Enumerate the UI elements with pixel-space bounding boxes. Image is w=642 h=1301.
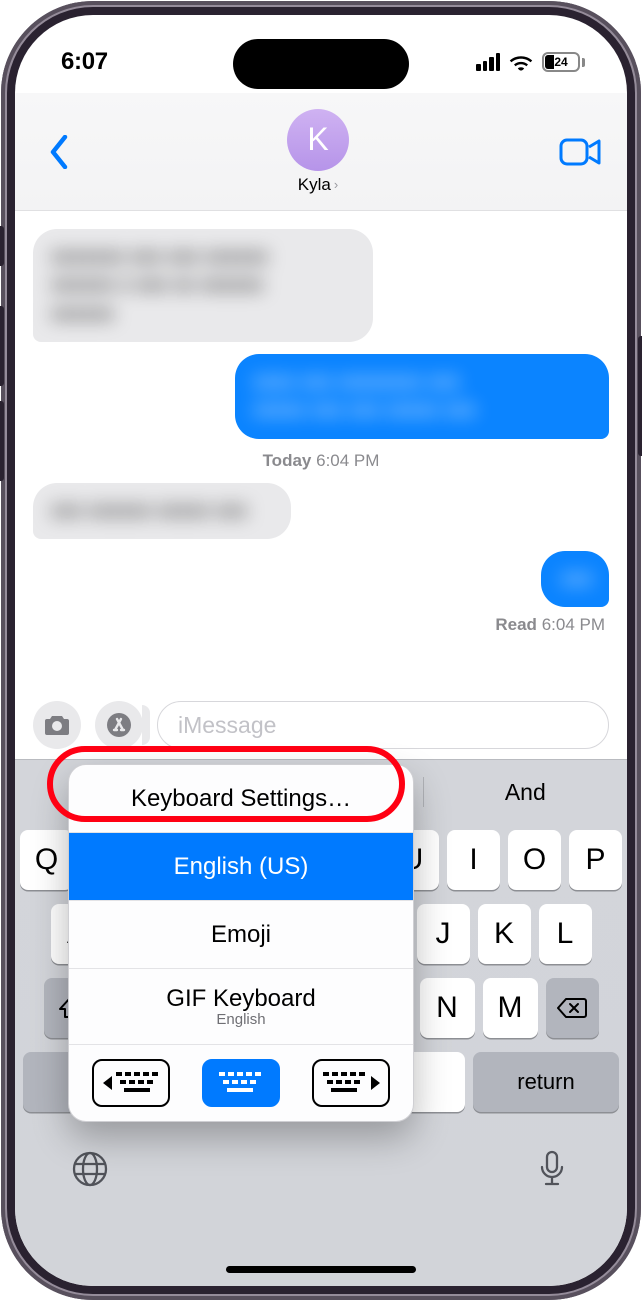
key-m[interactable]: M (483, 978, 538, 1038)
key-j[interactable]: J (417, 904, 470, 964)
keyboard-option-english[interactable]: English (US) (69, 833, 413, 901)
key-n[interactable]: N (420, 978, 475, 1038)
contact-name: Kyla (298, 175, 331, 195)
volume-up-button (0, 306, 4, 386)
appstore-icon (106, 712, 132, 738)
message-placeholder: iMessage (178, 712, 276, 739)
camera-button[interactable] (33, 701, 81, 749)
message-outgoing[interactable]: xxxx xxx xxxxxxxx xxx xxxxx xxx xxx xxxx… (235, 354, 609, 439)
globe-icon (71, 1150, 109, 1188)
chevron-right-icon: › (334, 177, 338, 192)
status-time: 6:07 (61, 48, 108, 76)
nav-header: K Kyla › (15, 93, 627, 211)
chevron-left-icon (49, 135, 69, 169)
globe-button[interactable] (67, 1146, 113, 1192)
dynamic-island (233, 39, 409, 89)
key-o[interactable]: O (508, 830, 561, 890)
full-keyboard-button[interactable] (202, 1059, 280, 1107)
keyboard-switcher-popup: Keyboard Settings… English (US) Emoji GI… (68, 764, 414, 1122)
facetime-button[interactable] (557, 133, 603, 171)
key-q[interactable]: Q (20, 830, 73, 890)
return-key[interactable]: return (473, 1052, 619, 1112)
triangle-right-icon (371, 1076, 380, 1090)
key-k[interactable]: K (478, 904, 531, 964)
suggestion[interactable]: And (424, 779, 627, 806)
one-handed-left-button[interactable] (92, 1059, 170, 1107)
keyboard-option-gif[interactable]: GIF Keyboard English (69, 969, 413, 1045)
key-i[interactable]: I (447, 830, 500, 890)
power-button (638, 336, 642, 456)
back-button[interactable] (39, 132, 79, 172)
phone-body: 6:07 24 (1, 1, 641, 1300)
volume-down-button (0, 401, 4, 481)
keyboard-mode-row (69, 1045, 413, 1121)
mini-keyboard-icon (219, 1072, 263, 1094)
message-incoming[interactable]: xxx xxxxxx xxxxx xxx (33, 483, 291, 539)
dictation-button[interactable] (529, 1146, 575, 1192)
message-incoming[interactable]: xxxxxxx xxx xxx xxxxxx xxxxxx x xxx xx x… (33, 229, 373, 342)
wifi-icon (509, 53, 533, 71)
message-outgoing[interactable]: xxx (541, 551, 609, 607)
screen: 6:07 24 (15, 15, 627, 1286)
read-receipt: Read 6:04 PM (33, 615, 609, 635)
key-l[interactable]: L (539, 904, 592, 964)
compose-bar: iMessage (15, 696, 627, 754)
delete-key[interactable] (546, 978, 599, 1038)
key-p[interactable]: P (569, 830, 622, 890)
video-icon (559, 138, 601, 166)
apps-button[interactable] (95, 701, 143, 749)
mini-keyboard-icon (323, 1072, 367, 1094)
device-frame: 6:07 24 (0, 0, 642, 1301)
silent-switch (0, 226, 4, 266)
status-indicators: 24 (476, 52, 585, 72)
home-indicator[interactable] (226, 1266, 416, 1273)
keyboard-option-emoji[interactable]: Emoji (69, 901, 413, 969)
mic-icon (539, 1150, 565, 1188)
avatar: K (287, 109, 349, 171)
keyboard-footer (15, 1126, 627, 1192)
cellular-icon (476, 53, 500, 71)
contact-header[interactable]: K Kyla › (287, 109, 349, 195)
triangle-left-icon (103, 1076, 112, 1090)
battery-percent: 24 (544, 54, 578, 70)
keyboard-settings-item[interactable]: Keyboard Settings… (69, 765, 413, 833)
mini-keyboard-icon (116, 1072, 160, 1094)
timestamp: Today 6:04 PM (33, 451, 609, 471)
camera-icon (43, 714, 71, 736)
one-handed-right-button[interactable] (312, 1059, 390, 1107)
battery-icon: 24 (542, 52, 585, 72)
delete-icon (557, 997, 587, 1019)
message-input[interactable]: iMessage (157, 701, 609, 749)
